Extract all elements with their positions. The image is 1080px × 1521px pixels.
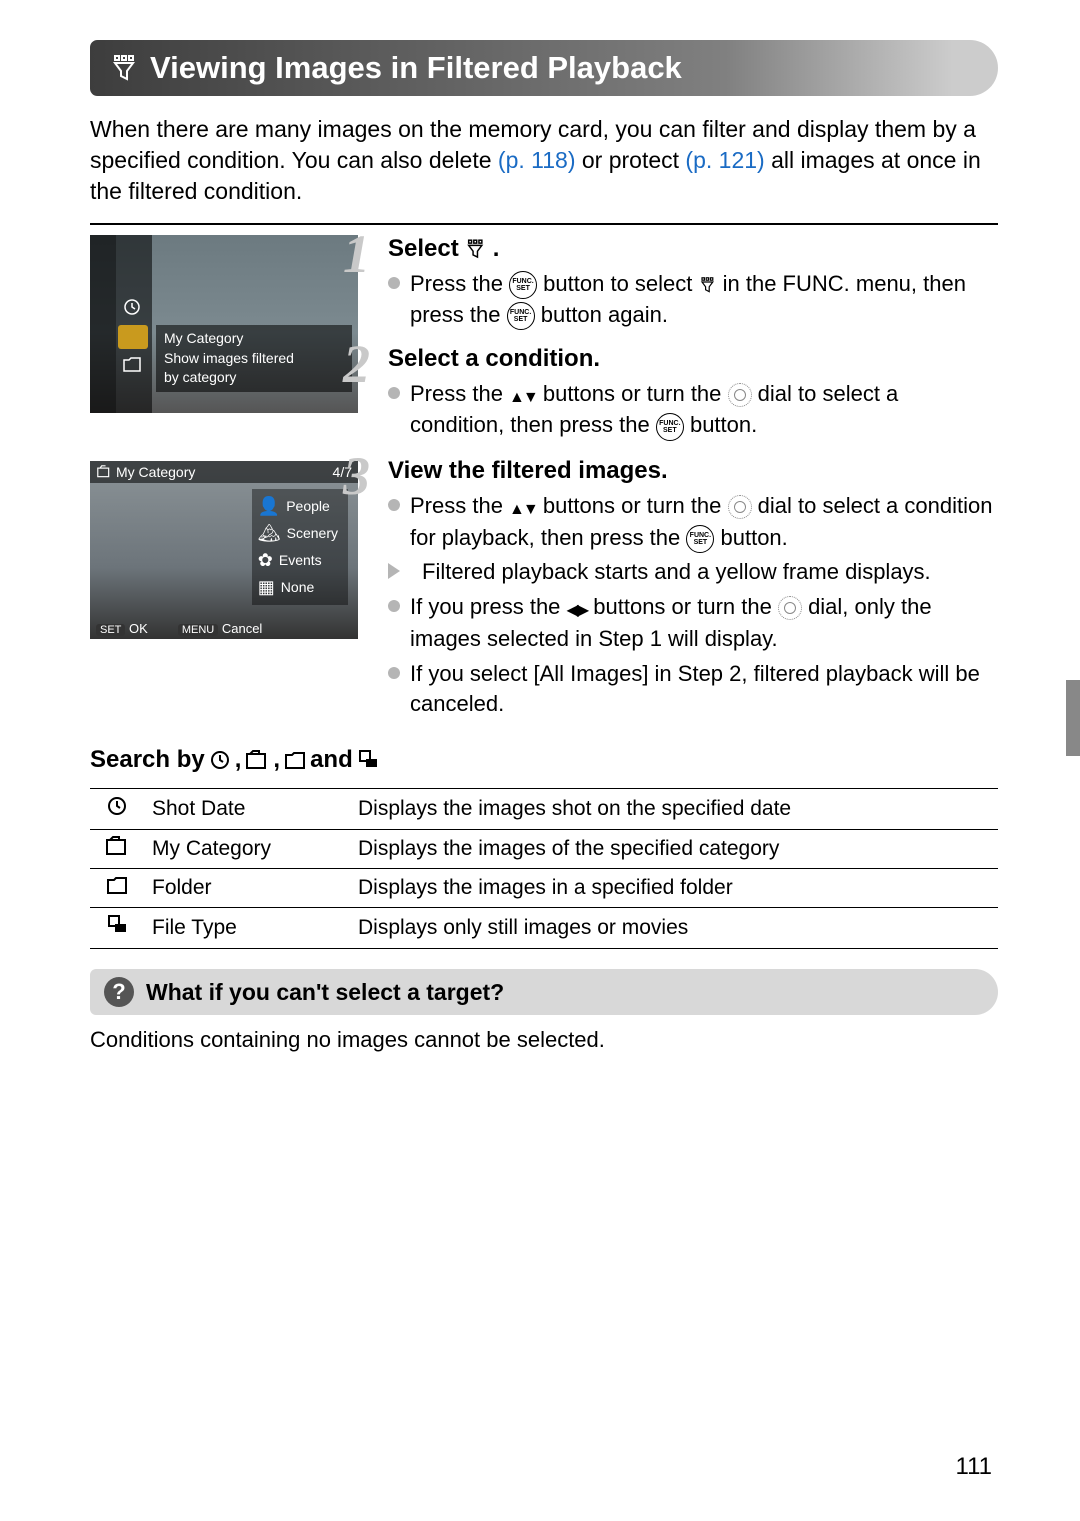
func-set-button-icon: FUNC.SET [656,413,684,441]
table-row: File Type Displays only still images or … [90,908,998,949]
table-row: My Category Displays the images of the s… [90,830,998,869]
shot-date-icon [209,749,231,771]
up-down-arrows-icon [509,492,537,523]
sc2-menu-label: MENU [178,624,218,636]
camera-screenshot-1: My Category Show images filtered by cate… [90,235,358,413]
sc2-ok-label: OK [129,621,148,636]
question-mark-icon: ? [104,977,134,1007]
search-conditions-table: Shot Date Displays the images shot on th… [90,788,998,949]
func-set-button-icon: FUNC.SET [507,302,535,330]
intro-paragraph: When there are many images on the memory… [90,114,998,207]
step-number-2: 2 [343,333,370,395]
step-1-title: Select [388,235,459,263]
section-tab-marker [1066,680,1080,756]
step3-result: Filtered playback starts and a yellow fr… [422,557,931,588]
step-2-title: Select a condition. [388,345,600,373]
camera-screenshot-2: My Category 4/7 👤People 🏔Scenery ✿Events… [90,461,358,639]
bullet-icon [388,499,400,511]
sc1-line2: Show images filtered [164,349,344,369]
bullet-icon [388,600,400,612]
table-row: Shot Date Displays the images shot on th… [90,789,998,830]
sc1-line1: My Category [164,329,344,349]
sc2-item-scenery: Scenery [287,523,338,544]
sc1-line3: by category [164,368,344,388]
file-type-icon [357,749,379,771]
link-p121[interactable]: (p. 121) [685,147,764,173]
row-desc: Displays only still images or movies [350,908,998,949]
file-type-icon [106,914,128,936]
page-title: Viewing Images in Filtered Playback [150,50,682,86]
sc2-header: My Category [116,464,195,480]
link-p118[interactable]: (p. 118) [498,147,576,173]
faq-body: Conditions containing no images cannot b… [90,1027,998,1053]
row-name: Folder [144,869,350,908]
control-dial-icon [728,383,752,407]
row-desc: Displays the images shot on the specifie… [350,789,998,830]
step3-note: If you select [All Images] in Step 2, fi… [410,659,998,721]
folder-icon [106,875,128,895]
control-dial-icon [728,495,752,519]
my-category-icon [245,750,269,770]
left-right-arrows-icon [567,593,588,624]
step-number-1: 1 [343,223,370,285]
faq-title: What if you can't select a target? [146,979,504,1006]
table-row: Folder Displays the images in a specifie… [90,869,998,908]
faq-heading-bar: ? What if you can't select a target? [90,969,998,1015]
search-by-heading: Search by , , and [90,746,998,774]
step-number-3: 3 [343,445,370,507]
shot-date-icon [106,795,128,817]
page-title-bar: Viewing Images in Filtered Playback [90,40,998,96]
sc2-item-people: People [286,496,330,517]
row-name: File Type [144,908,350,949]
bullet-icon [388,387,400,399]
result-bullet-icon [388,563,412,579]
bullet-icon [388,277,400,289]
page-number: 111 [956,1453,992,1481]
row-desc: Displays the images of the specified cat… [350,830,998,869]
bullet-icon [388,667,400,679]
control-dial-icon [778,596,802,620]
sc2-item-none: None [281,577,314,598]
func-set-button-icon: FUNC.SET [509,271,537,299]
my-category-icon [105,836,129,856]
row-desc: Displays the images in a specified folde… [350,869,998,908]
func-set-button-icon: FUNC.SET [686,525,714,553]
sc2-item-events: Events [279,550,322,571]
up-down-arrows-icon [509,380,537,411]
filter-playback-icon [465,238,487,260]
sc2-set-label: SET [96,624,125,636]
divider [90,223,998,225]
row-name: Shot Date [144,789,350,830]
filter-playback-icon [110,53,140,83]
sc2-cancel-label: Cancel [222,621,262,636]
filter-playback-icon [699,276,717,294]
row-name: My Category [144,830,350,869]
step-3-title: View the filtered images. [388,457,668,485]
folder-icon [284,750,306,770]
